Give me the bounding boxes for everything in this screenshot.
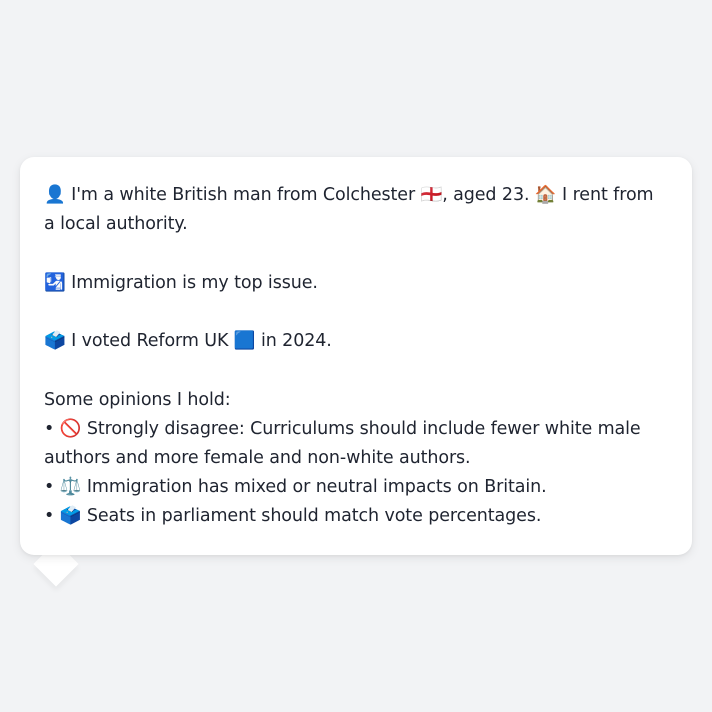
message-body: 👤 I'm a white British man from Colcheste… [44, 181, 668, 531]
intro-line: 👤 I'm a white British man from Colcheste… [44, 185, 654, 234]
speech-bubble: 👤 I'm a white British man from Colcheste… [20, 157, 692, 555]
opinion-item: • 🚫 Strongly disagree: Curriculums shoul… [44, 418, 641, 468]
opinion-item: • ⚖️ Immigration has mixed or neutral im… [44, 476, 547, 497]
top-issue-line: 🛂 Immigration is my top issue. [44, 272, 318, 293]
vote-line: 🗳️ I voted Reform UK 🟦 in 2024. [44, 331, 332, 351]
opinions-heading: Some opinions I hold: [44, 389, 231, 410]
opinion-item: • 🗳️ Seats in parliament should match vo… [44, 505, 542, 526]
